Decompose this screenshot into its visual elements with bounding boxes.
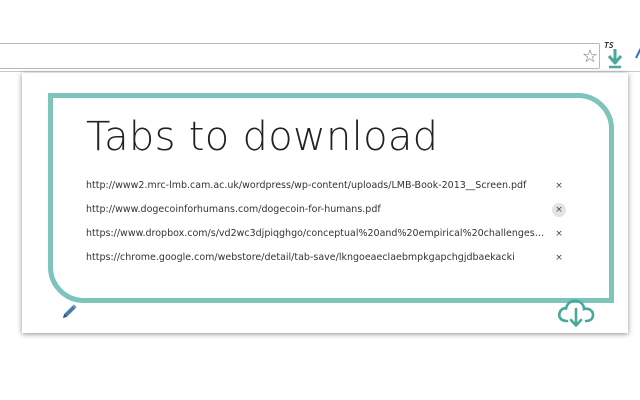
tab-row: http://www.dogecoinforhumans.com/dogecoi… [86, 198, 576, 222]
remove-tab-button[interactable]: × [552, 179, 566, 193]
address-bar[interactable] [0, 43, 600, 69]
tab-url: http://www2.mrc-lmb.cam.ac.uk/wordpress/… [86, 180, 527, 191]
toolbar-divider [0, 71, 640, 72]
tab-row: https://chrome.google.com/webstore/detai… [86, 246, 576, 270]
tab-row: https://www.dropbox.com/s/vd2wc3djpiqghg… [86, 222, 576, 246]
extension-icon-partial[interactable] [630, 42, 640, 66]
tab-url: http://www.dogecoinforhumans.com/dogecoi… [86, 204, 381, 215]
popup-title: Tabs to download [86, 114, 439, 160]
pencil-icon[interactable] [60, 303, 78, 321]
remove-tab-button[interactable]: × [552, 203, 566, 217]
remove-tab-button[interactable]: × [552, 227, 566, 241]
extension-badge: TS [604, 41, 614, 50]
extension-popup: Tabs to download http://www2.mrc-lmb.cam… [22, 73, 628, 333]
remove-tab-button[interactable]: × [552, 251, 566, 265]
tab-list: http://www2.mrc-lmb.cam.ac.uk/wordpress/… [86, 174, 576, 270]
tab-row: http://www2.mrc-lmb.cam.ac.uk/wordpress/… [86, 174, 576, 198]
tab-url: https://chrome.google.com/webstore/detai… [86, 252, 515, 263]
browser-toolbar: ☆ TS [0, 0, 640, 72]
tab-url: https://www.dropbox.com/s/vd2wc3djpiqghg… [86, 228, 548, 239]
bookmark-star-icon[interactable]: ☆ [579, 44, 601, 68]
cloud-download-icon[interactable] [555, 296, 597, 328]
